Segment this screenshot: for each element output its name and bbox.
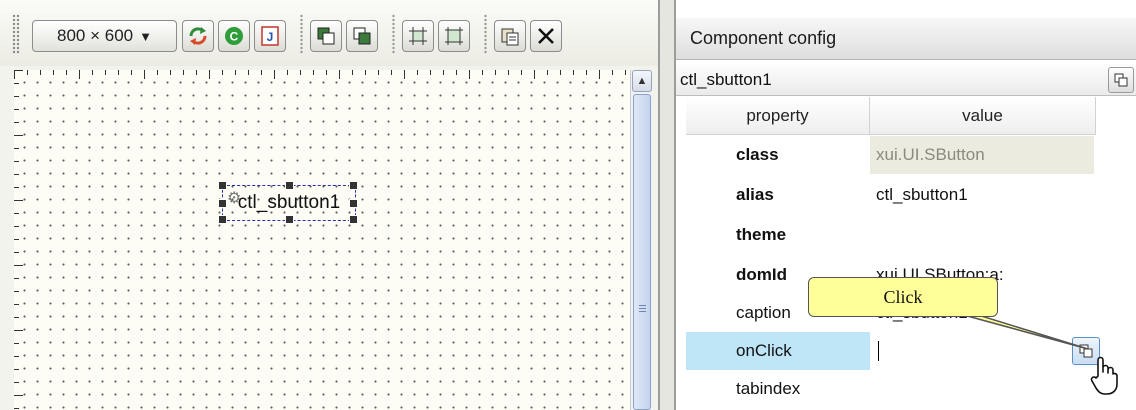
- column-header-value[interactable]: value: [870, 97, 1096, 135]
- chevron-down-icon: ▼: [139, 28, 152, 44]
- property-name: class: [736, 145, 779, 164]
- toolbar-grip[interactable]: [12, 14, 20, 54]
- canvas-widget-caption: ctl_sbutton1: [237, 192, 341, 213]
- copy-button[interactable]: [494, 20, 526, 52]
- copy-icon: [501, 28, 519, 46]
- property-value[interactable]: [870, 216, 1096, 254]
- property-name: alias: [736, 185, 774, 204]
- resize-handle[interactable]: [349, 215, 358, 224]
- delete-button[interactable]: [530, 20, 562, 52]
- fit-grid-button[interactable]: [438, 20, 470, 52]
- j-icon-label: J: [267, 30, 274, 44]
- resize-handle[interactable]: [285, 215, 294, 224]
- fit-grid-icon: [445, 27, 463, 45]
- hand-cursor-icon: [1090, 356, 1118, 395]
- j-icon: J: [261, 26, 279, 46]
- scroll-thumb[interactable]: [633, 94, 651, 410]
- component-config-panel: Component config ctl_sbutton1 property v…: [676, 0, 1136, 410]
- panel-splitter[interactable]: [658, 0, 676, 410]
- column-header-property[interactable]: property: [686, 97, 870, 135]
- property-row-theme[interactable]: theme: [686, 216, 1096, 254]
- property-value: xui.UI.SButton: [870, 136, 1094, 174]
- click-callout: Click: [808, 277, 998, 317]
- toolbar-separator: [484, 14, 487, 54]
- property-value[interactable]: [870, 370, 1096, 408]
- canvas-size-select[interactable]: 800 × 600 ▼: [32, 20, 177, 52]
- resize-handle[interactable]: [285, 181, 294, 190]
- c-icon: C: [225, 27, 243, 45]
- thumb-grip-icon: [639, 305, 646, 314]
- property-row-tabindex[interactable]: tabindex: [686, 370, 1096, 408]
- c-button[interactable]: C: [218, 20, 250, 52]
- design-canvas[interactable]: ⚙ ctl_sbutton1: [14, 70, 630, 410]
- chevron-up-icon: ▲: [636, 75, 648, 87]
- refresh-button[interactable]: [182, 20, 214, 52]
- property-row-onclick[interactable]: onClick: [686, 332, 1100, 370]
- property-grid-header: property value: [686, 97, 1096, 135]
- path-options-button[interactable]: [1108, 67, 1134, 93]
- gear-icon: ⚙: [227, 190, 242, 207]
- text-cursor: [878, 341, 879, 361]
- vertical-ruler: [14, 70, 24, 410]
- property-name: tabindex: [736, 379, 801, 398]
- bring-front-button[interactable]: [310, 20, 342, 52]
- designer-toolbar: 800 × 600 ▼ C J: [0, 0, 658, 66]
- toolbar-separator: [392, 14, 395, 54]
- component-path-bar: ctl_sbutton1: [676, 64, 1136, 96]
- property-name: onClick: [686, 332, 870, 370]
- property-row-class[interactable]: class xui.UI.SButton: [686, 136, 1096, 174]
- canvas-sbutton-widget[interactable]: ⚙ ctl_sbutton1: [218, 181, 358, 224]
- onclick-value-input[interactable]: [870, 332, 1100, 370]
- refresh-icon: [189, 27, 207, 45]
- resize-handle[interactable]: [218, 181, 227, 190]
- align-grid-icon: [409, 27, 427, 45]
- component-path: ctl_sbutton1: [680, 69, 772, 89]
- canvas-size-value: 800 × 600: [57, 26, 134, 45]
- property-value[interactable]: ctl_sbutton1: [870, 176, 1096, 214]
- delete-icon: [538, 28, 554, 44]
- send-back-button[interactable]: [346, 20, 378, 52]
- horizontal-ruler: [14, 70, 630, 80]
- resize-handle[interactable]: [218, 199, 227, 208]
- callout-text: Click: [883, 286, 923, 307]
- copy-icon: [1114, 73, 1128, 87]
- panel-title: Component config: [676, 18, 1136, 60]
- align-grid-button[interactable]: [402, 20, 434, 52]
- resize-handle[interactable]: [349, 181, 358, 190]
- j-button[interactable]: J: [254, 20, 286, 52]
- resize-handle[interactable]: [349, 199, 358, 208]
- canvas-vertical-scrollbar[interactable]: ▲: [630, 70, 653, 410]
- c-icon-label: C: [230, 30, 239, 44]
- toolbar-separator: [300, 14, 303, 54]
- scroll-up-button[interactable]: ▲: [632, 70, 652, 92]
- designer-panel: 800 × 600 ▼ C J ⚙ ctl_sbutton1 ▲: [0, 0, 658, 410]
- property-row-alias[interactable]: alias ctl_sbutton1: [686, 176, 1096, 214]
- send-back-icon: [353, 27, 371, 45]
- property-name: theme: [736, 225, 787, 244]
- resize-handle[interactable]: [218, 215, 227, 224]
- bring-front-icon: [317, 27, 335, 45]
